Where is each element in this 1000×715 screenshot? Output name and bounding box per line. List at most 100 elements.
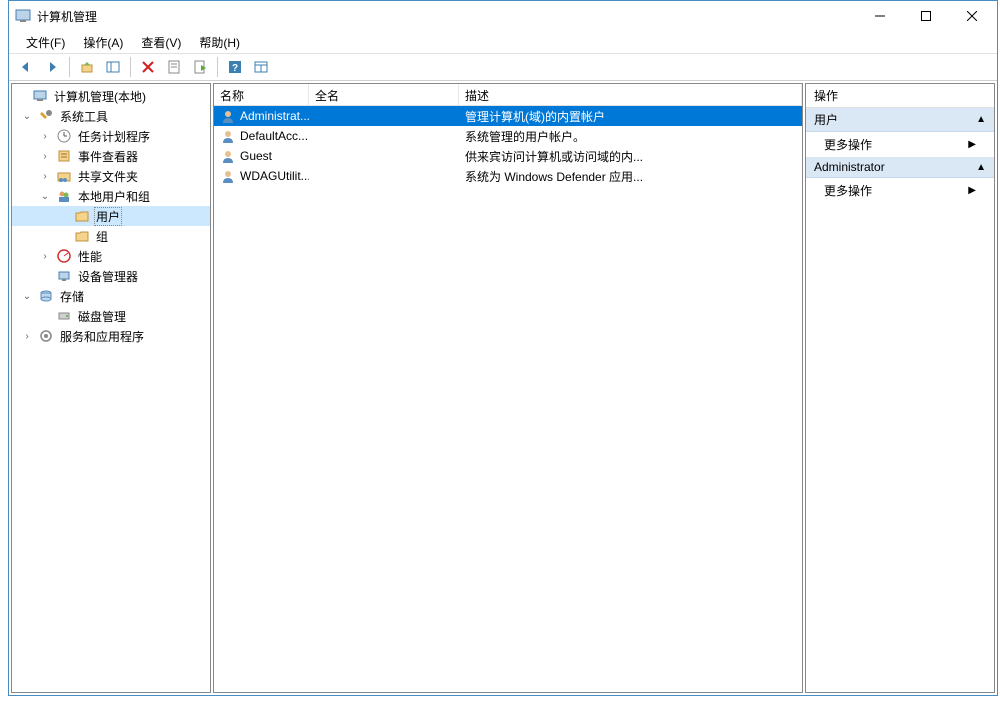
collapse-icon[interactable]: ⌄ <box>20 111 34 122</box>
view-button[interactable] <box>250 56 272 78</box>
expand-icon[interactable]: › <box>20 331 34 342</box>
tree-disk-management[interactable]: › 磁盘管理 <box>12 306 210 326</box>
storage-icon <box>38 288 54 304</box>
clock-icon <box>56 128 72 144</box>
minimize-button[interactable] <box>857 1 903 31</box>
folder-icon <box>74 228 90 244</box>
list-row[interactable]: WDAGUtilit... 系统为 Windows Defender 应用... <box>214 166 802 186</box>
tree-shared-folders[interactable]: › 共享文件夹 <box>12 166 210 186</box>
action-section-users[interactable]: 用户 ▲ <box>806 108 994 132</box>
event-icon <box>56 148 72 164</box>
disk-icon <box>56 308 72 324</box>
cell-description: 供来宾访问计算机或访问域的内... <box>459 148 802 165</box>
tree-root[interactable]: ▸ 计算机管理(本地) <box>12 86 210 106</box>
expand-icon[interactable]: › <box>38 151 52 162</box>
collapse-icon[interactable]: ⌄ <box>38 191 52 202</box>
expand-icon[interactable]: › <box>38 131 52 142</box>
user-icon <box>220 168 236 184</box>
tree-label: 组 <box>94 228 110 245</box>
delete-button[interactable] <box>137 56 159 78</box>
tree-label: 事件查看器 <box>76 148 140 165</box>
expand-icon[interactable]: › <box>38 251 52 262</box>
cell-description: 系统为 Windows Defender 应用... <box>459 168 802 185</box>
tree-label: 本地用户和组 <box>76 188 152 205</box>
window-title: 计算机管理 <box>37 8 857 25</box>
cell-description: 管理计算机(域)的内置帐户 <box>459 108 802 125</box>
list-body: Administrat... 管理计算机(域)的内置帐户 DefaultAcc.… <box>214 106 802 692</box>
folder-icon <box>74 208 90 224</box>
tree-label: 系统工具 <box>58 108 110 125</box>
tree-event-viewer[interactable]: › 事件查看器 <box>12 146 210 166</box>
cell-name: Guest <box>240 149 272 163</box>
show-hide-tree-button[interactable] <box>102 56 124 78</box>
user-icon <box>220 128 236 144</box>
tree-users[interactable]: › 用户 <box>12 206 210 226</box>
tree-label: 服务和应用程序 <box>58 328 146 345</box>
tree-device-manager[interactable]: › 设备管理器 <box>12 266 210 286</box>
list-header: 名称 全名 描述 <box>214 84 802 106</box>
properties-button[interactable] <box>163 56 185 78</box>
action-more-2[interactable]: 更多操作 ▶ <box>806 178 994 203</box>
cell-name: WDAGUtilit... <box>240 169 309 183</box>
tree-label: 磁盘管理 <box>76 308 128 325</box>
close-button[interactable] <box>949 1 995 31</box>
column-name[interactable]: 名称 <box>214 84 309 105</box>
toolbar: ? <box>9 53 997 81</box>
window-frame: 计算机管理 文件(F) 操作(A) 查看(V) 帮助(H) ? ▸ 计 <box>8 0 998 696</box>
action-item-label: 更多操作 <box>824 182 872 199</box>
tree-label: 性能 <box>76 248 104 265</box>
tree-panel[interactable]: ▸ 计算机管理(本地) ⌄ 系统工具 › 任务计划程序 › 事件查看器 › <box>11 83 211 693</box>
action-item-label: 更多操作 <box>824 136 872 153</box>
action-section-label: Administrator <box>814 160 885 174</box>
column-description[interactable]: 描述 <box>459 84 802 105</box>
toolbar-separator <box>217 57 218 77</box>
services-icon <box>38 328 54 344</box>
tree-label: 共享文件夹 <box>76 168 140 185</box>
performance-icon <box>56 248 72 264</box>
action-panel: 操作 用户 ▲ 更多操作 ▶ Administrator ▲ 更多操作 ▶ <box>805 83 995 693</box>
expand-icon[interactable]: › <box>38 171 52 182</box>
tree-task-scheduler[interactable]: › 任务计划程序 <box>12 126 210 146</box>
tree-label: 用户 <box>94 207 122 226</box>
menubar: 文件(F) 操作(A) 查看(V) 帮助(H) <box>9 31 997 53</box>
cell-description: 系统管理的用户帐户。 <box>459 128 802 145</box>
user-icon <box>220 148 236 164</box>
up-button[interactable] <box>76 56 98 78</box>
help-button[interactable]: ? <box>224 56 246 78</box>
menu-view[interactable]: 查看(V) <box>132 32 190 53</box>
tree-groups[interactable]: › 组 <box>12 226 210 246</box>
tree-label: 设备管理器 <box>76 268 140 285</box>
users-icon <box>56 188 72 204</box>
chevron-right-icon: ▶ <box>968 185 976 196</box>
action-more-1[interactable]: 更多操作 ▶ <box>806 132 994 157</box>
cell-name: DefaultAcc... <box>240 129 308 143</box>
maximize-button[interactable] <box>903 1 949 31</box>
tools-icon <box>38 108 54 124</box>
collapse-icon[interactable]: ⌄ <box>20 291 34 302</box>
list-row[interactable]: DefaultAcc... 系统管理的用户帐户。 <box>214 126 802 146</box>
action-header: 操作 <box>806 84 994 108</box>
column-fullname[interactable]: 全名 <box>309 84 459 105</box>
tree-performance[interactable]: › 性能 <box>12 246 210 266</box>
app-icon <box>15 8 31 24</box>
list-panel[interactable]: 名称 全名 描述 Administrat... 管理计算机(域)的内置帐户 D <box>213 83 803 693</box>
list-row[interactable]: Guest 供来宾访问计算机或访问域的内... <box>214 146 802 166</box>
forward-button[interactable] <box>41 56 63 78</box>
tree-label: 任务计划程序 <box>76 128 152 145</box>
list-row[interactable]: Administrat... 管理计算机(域)的内置帐户 <box>214 106 802 126</box>
toolbar-separator <box>69 57 70 77</box>
tree-system-tools[interactable]: ⌄ 系统工具 <box>12 106 210 126</box>
svg-text:?: ? <box>232 63 238 74</box>
tree-storage[interactable]: ⌄ 存储 <box>12 286 210 306</box>
shared-folder-icon <box>56 168 72 184</box>
user-icon <box>220 108 236 124</box>
tree-local-users-groups[interactable]: ⌄ 本地用户和组 <box>12 186 210 206</box>
menu-file[interactable]: 文件(F) <box>17 32 74 53</box>
export-button[interactable] <box>189 56 211 78</box>
menu-help[interactable]: 帮助(H) <box>190 32 249 53</box>
titlebar[interactable]: 计算机管理 <box>9 1 997 31</box>
action-section-administrator[interactable]: Administrator ▲ <box>806 157 994 178</box>
menu-action[interactable]: 操作(A) <box>74 32 132 53</box>
back-button[interactable] <box>15 56 37 78</box>
tree-services-apps[interactable]: › 服务和应用程序 <box>12 326 210 346</box>
